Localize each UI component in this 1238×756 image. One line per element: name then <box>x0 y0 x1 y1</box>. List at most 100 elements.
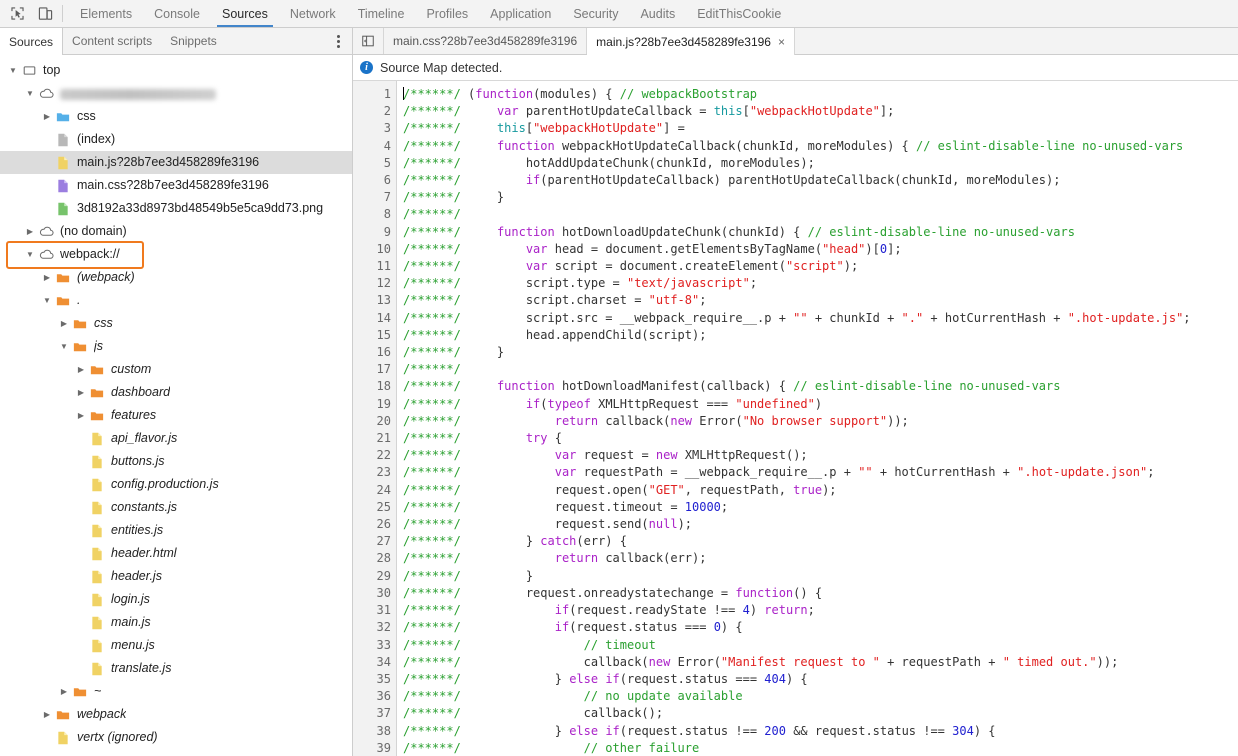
tree-row[interactable]: ▶main.css?28b7ee3d458289fe3196 <box>0 174 352 197</box>
chevron-down-icon[interactable]: ▼ <box>6 59 20 82</box>
editor-tab-main-js[interactable]: main.js?28b7ee3d458289fe3196 × <box>587 28 795 55</box>
code-token: /******/ <box>403 413 469 428</box>
tree-row-label: (webpack) <box>77 270 135 284</box>
tree-row[interactable]: ▶ ~ <box>0 680 352 703</box>
code-token: (request.status === <box>619 671 765 686</box>
code-token: /******/ <box>403 431 469 446</box>
tree-row[interactable]: ▶vertx (ignored) <box>0 726 352 749</box>
code-token: 404 <box>764 671 786 686</box>
folder-blue-icon <box>54 111 72 123</box>
tree-row[interactable]: ▶translate.js <box>0 657 352 680</box>
code-token: typeof <box>547 396 591 411</box>
tree-row[interactable]: ▼ js <box>0 335 352 358</box>
tab-network[interactable]: Network <box>279 0 347 27</box>
tree-row[interactable]: ▶login.js <box>0 588 352 611</box>
tree-row[interactable]: ▶ features <box>0 404 352 427</box>
tab-console[interactable]: Console <box>143 0 211 27</box>
chevron-right-icon[interactable]: ▶ <box>74 358 88 381</box>
tree-row[interactable]: ▶header.js <box>0 565 352 588</box>
navigator-sidebar: Sources Content scripts Snippets ▼ top ▼ ad… <box>0 28 353 756</box>
tab-timeline[interactable]: Timeline <box>347 0 416 27</box>
tab-application[interactable]: Application <box>479 0 562 27</box>
chevron-down-icon[interactable]: ▼ <box>23 243 37 266</box>
chevron-right-icon[interactable]: ▶ <box>40 266 54 289</box>
chevron-right-icon[interactable]: ▶ <box>40 703 54 726</box>
code-token: this <box>713 104 743 119</box>
inspect-element-icon[interactable] <box>8 5 26 23</box>
more-options-icon[interactable] <box>337 28 340 54</box>
code-token: try <box>525 431 548 446</box>
tree-row[interactable]: ▶(index) <box>0 128 352 151</box>
chevron-down-icon[interactable]: ▼ <box>57 335 71 358</box>
tree-row[interactable]: ▶ webpack <box>0 703 352 726</box>
tree-row[interactable]: ▶3d8192a33d8973bd48549b5e5ca9dd73.png <box>0 197 352 220</box>
chevron-right-icon[interactable]: ▶ <box>74 404 88 427</box>
tree-row-label: top <box>43 63 61 77</box>
tab-editthiscookie[interactable]: EditThisCookie <box>686 0 792 27</box>
tree-row[interactable]: ▶main.js <box>0 611 352 634</box>
code-token: head.appendChild(script); <box>468 327 707 342</box>
tab-elements[interactable]: Elements <box>69 0 143 27</box>
chevron-down-icon[interactable]: ▼ <box>40 289 54 312</box>
code-token: if <box>605 671 620 686</box>
code-token: var <box>554 465 577 480</box>
chevron-right-icon[interactable]: ▶ <box>23 220 37 243</box>
tree-row[interactable]: ▶header.html <box>0 542 352 565</box>
folder-orange-icon <box>71 318 89 330</box>
chevron-right-icon[interactable]: ▶ <box>74 381 88 404</box>
tree-row[interactable]: ▼ webpack:// <box>0 243 352 266</box>
code-token: "" <box>793 310 808 325</box>
code-line: /******/ if(request.readyState !== 4) re… <box>403 602 1238 619</box>
tree-row[interactable]: ▶main.js?28b7ee3d458289fe3196 <box>0 151 352 174</box>
subtab-content-scripts[interactable]: Content scripts <box>63 28 161 54</box>
code-token: /******/ <box>403 310 469 325</box>
file-tree[interactable]: ▼top▼admin-c2.zhushusheng.com▶css▶(index… <box>0 55 352 756</box>
code-view[interactable]: 1 2 3 4 5 6 7 8 9 10 11 12 13 14 15 16 17 18 19 20 21 22 23 24 2… <box>353 81 1238 756</box>
subtab-snippets[interactable]: Snippets <box>161 28 226 54</box>
tree-row[interactable]: ▶menu.js <box>0 634 352 657</box>
close-icon[interactable]: × <box>778 36 785 48</box>
tree-row[interactable]: ▶ css <box>0 312 352 335</box>
code-token: // no update available <box>583 689 743 704</box>
tab-audits[interactable]: Audits <box>629 0 686 27</box>
tab-profiles[interactable]: Profiles <box>415 0 479 27</box>
file-yellow-icon <box>88 501 106 515</box>
tree-row[interactable]: ▶buttons.js <box>0 450 352 473</box>
tree-row[interactable]: ▶ (webpack) <box>0 266 352 289</box>
tree-row[interactable]: ▶ custom <box>0 358 352 381</box>
code-token: "head" <box>822 241 866 256</box>
chevron-right-icon[interactable]: ▶ <box>40 105 54 128</box>
line-number: 30 <box>376 585 391 600</box>
tree-row[interactable]: ▶entities.js <box>0 519 352 542</box>
tree-row[interactable]: ▼ top <box>0 59 352 82</box>
chevron-right-icon[interactable]: ▶ <box>57 680 71 703</box>
code-token: )); <box>1096 654 1119 669</box>
file-purple-icon <box>54 179 72 193</box>
tree-row-label: translate.js <box>111 661 172 675</box>
show-navigator-icon[interactable] <box>353 28 384 54</box>
editor-tab-main-css[interactable]: main.css?28b7ee3d458289fe3196 <box>384 28 588 54</box>
code-token: /******/ <box>403 293 469 308</box>
tree-row[interactable]: ▶api_flavor.js <box>0 427 352 450</box>
tree-row[interactable]: ▼. <box>0 289 352 312</box>
subtab-sources[interactable]: Sources <box>0 28 64 55</box>
code-token: )); <box>887 413 909 428</box>
tab-security[interactable]: Security <box>562 0 629 27</box>
device-toolbar-icon[interactable] <box>36 5 54 23</box>
code-token: 200 <box>764 723 786 738</box>
panel-tabs: Elements Console Sources Network Timelin… <box>69 0 792 27</box>
tree-row[interactable]: ▶ (no domain) <box>0 220 352 243</box>
tree-row[interactable]: ▶ dashboard <box>0 381 352 404</box>
chevron-right-icon[interactable]: ▶ <box>57 312 71 335</box>
code-token: "undefined" <box>735 396 815 411</box>
file-yellow-icon <box>88 455 106 469</box>
code-lines[interactable]: /******/ (function(modules) { // webpack… <box>397 81 1238 756</box>
chevron-down-icon[interactable]: ▼ <box>23 82 37 105</box>
tree-row[interactable]: ▼ admin-c2.zhushusheng.com <box>0 82 352 105</box>
tree-row[interactable]: ▶ css <box>0 105 352 128</box>
tab-sources[interactable]: Sources <box>211 0 279 27</box>
tree-row[interactable]: ▶config.production.js <box>0 473 352 496</box>
tree-row[interactable]: ▶constants.js <box>0 496 352 519</box>
